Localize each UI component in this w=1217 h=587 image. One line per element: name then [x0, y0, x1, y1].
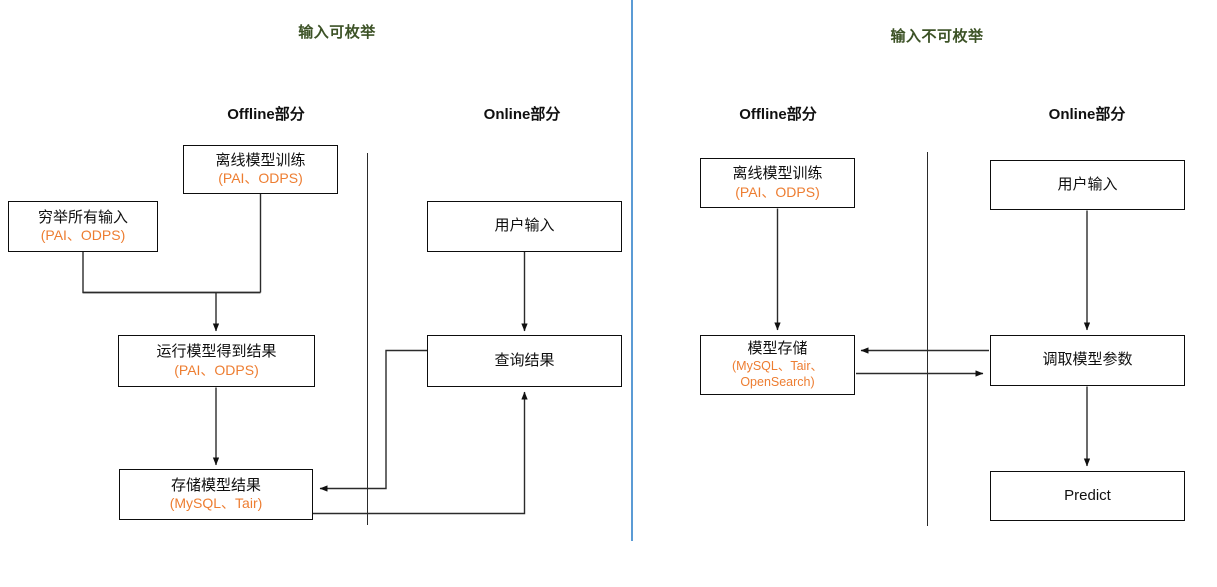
node-title: 用户输入 — [1057, 175, 1118, 193]
node-title: 穷举所有输入 — [37, 208, 128, 226]
node-title: 调取模型参数 — [1042, 351, 1133, 369]
node-left-run-model[interactable]: 运行模型得到结果 (PAI、ODPS) — [118, 335, 315, 387]
node-title: Predict — [1064, 486, 1111, 504]
node-left-user-input[interactable]: 用户输入 — [427, 201, 622, 252]
node-left-enumerate-inputs[interactable]: 穷举所有输入 (PAI、ODPS) — [8, 201, 158, 252]
node-left-offline-train[interactable]: 离线模型训练 (PAI、ODPS) — [183, 145, 338, 194]
node-title: 查询结果 — [494, 351, 555, 369]
edge-store-to-query — [313, 391, 528, 515]
node-subtitle: (PAI、ODPS) — [218, 170, 303, 187]
node-title: 模型存储 — [747, 339, 808, 357]
node-subtitle: (PAI、ODPS) — [735, 183, 820, 200]
edge-query-to-store — [319, 349, 427, 492]
panel-divider — [631, 0, 633, 541]
node-title: 离线模型训练 — [732, 165, 823, 183]
right-offline-column-header: Offline部分 — [739, 106, 817, 123]
node-title: 存储模型结果 — [170, 476, 261, 494]
edge-enum-to-bus — [82, 251, 261, 294]
left-panel-title: 输入可枚举 — [298, 24, 376, 41]
node-subtitle: (PAI、ODPS) — [174, 361, 259, 378]
node-subtitle: (PAI、ODPS) — [40, 227, 126, 244]
node-subtitle: (MySQL、Tair、 — [732, 359, 823, 374]
node-right-model-store[interactable]: 模型存储 (MySQL、Tair、 OpenSearch) — [700, 335, 855, 395]
node-left-store-result[interactable]: 存储模型结果 (MySQL、Tair) — [119, 469, 313, 520]
node-title: 运行模型得到结果 — [156, 343, 277, 361]
right-panel-title: 输入不可枚举 — [890, 28, 984, 45]
diagram-canvas: 输入可枚举 Offline部分 Online部分 离线模型训练 (PAI、ODP… — [0, 0, 1217, 587]
left-online-column-header: Online部分 — [483, 106, 561, 123]
node-right-fetch-params[interactable]: 调取模型参数 — [990, 335, 1185, 386]
node-title: 离线模型训练 — [215, 151, 306, 169]
right-panel-lane-separator — [927, 152, 929, 526]
node-right-user-input[interactable]: 用户输入 — [990, 160, 1185, 210]
left-offline-column-header: Offline部分 — [227, 106, 305, 123]
node-subtitle-line2: OpenSearch) — [740, 375, 815, 390]
node-subtitle: (MySQL、Tair) — [169, 495, 263, 512]
node-title: 用户输入 — [494, 217, 555, 235]
right-online-column-header: Online部分 — [1048, 106, 1126, 123]
node-left-query-result[interactable]: 查询结果 — [427, 335, 622, 387]
left-panel-lane-separator — [367, 153, 369, 525]
node-right-offline-train[interactable]: 离线模型训练 (PAI、ODPS) — [700, 158, 855, 208]
node-right-predict[interactable]: Predict — [990, 471, 1185, 521]
